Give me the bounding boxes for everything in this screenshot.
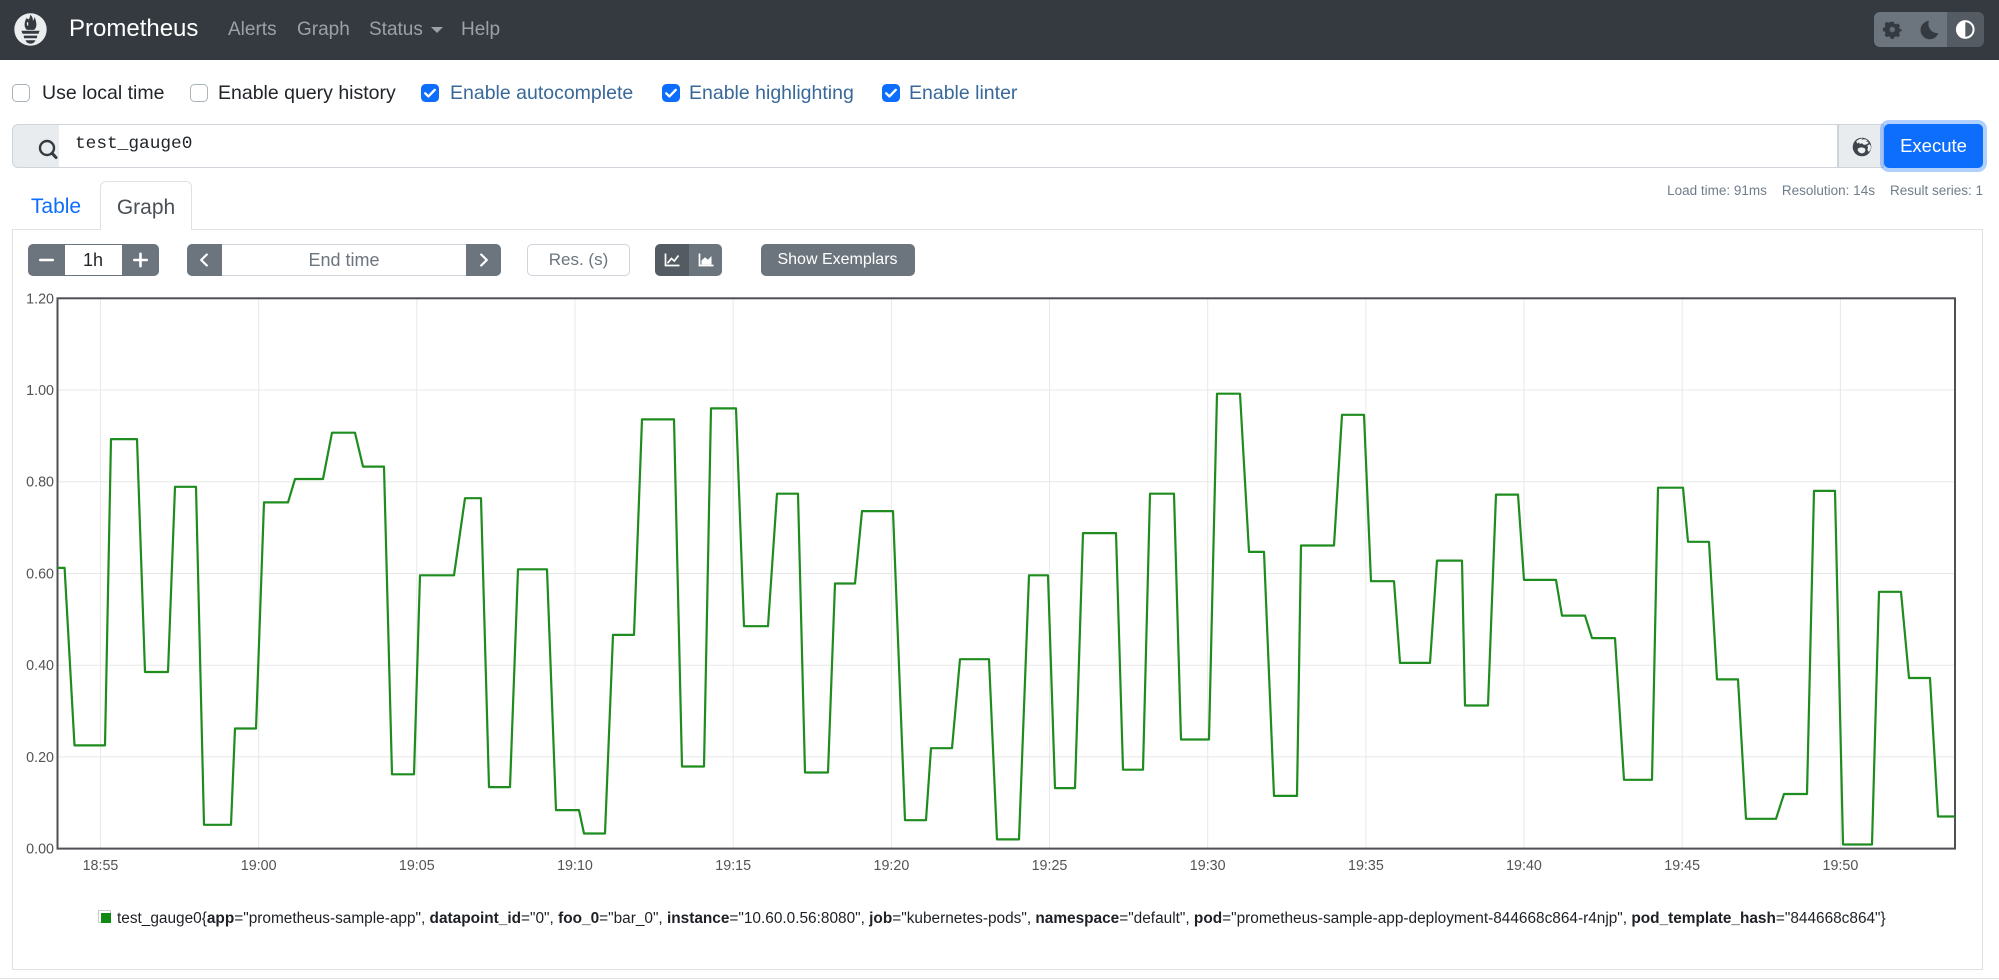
svg-text:19:25: 19:25: [1032, 858, 1068, 874]
svg-text:1.00: 1.00: [26, 383, 54, 399]
svg-text:1.20: 1.20: [26, 291, 54, 307]
svg-text:19:10: 19:10: [557, 858, 593, 874]
svg-text:19:15: 19:15: [715, 858, 751, 874]
svg-text:19:50: 19:50: [1823, 858, 1859, 874]
svg-text:0.20: 0.20: [26, 750, 54, 766]
svg-text:19:35: 19:35: [1348, 858, 1384, 874]
svg-text:19:20: 19:20: [874, 858, 910, 874]
svg-text:0.40: 0.40: [26, 658, 54, 674]
svg-text:0.60: 0.60: [26, 567, 54, 583]
svg-text:19:45: 19:45: [1664, 858, 1700, 874]
svg-text:19:05: 19:05: [399, 858, 435, 874]
svg-text:18:55: 18:55: [83, 858, 119, 874]
svg-text:19:30: 19:30: [1190, 858, 1226, 874]
svg-text:0.80: 0.80: [26, 475, 54, 491]
svg-text:0.00: 0.00: [26, 842, 54, 858]
svg-text:19:40: 19:40: [1506, 858, 1542, 874]
svg-text:19:00: 19:00: [241, 858, 277, 874]
